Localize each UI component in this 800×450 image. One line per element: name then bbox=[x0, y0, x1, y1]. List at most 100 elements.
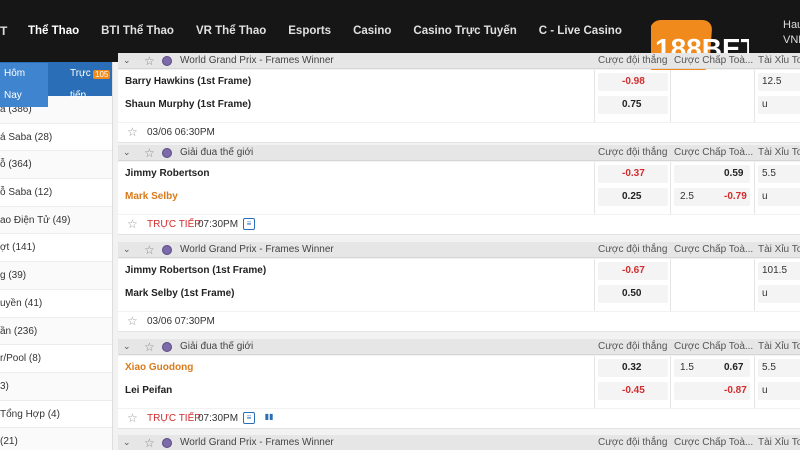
column-divider bbox=[594, 356, 595, 408]
handicap-odds-cell[interactable]: -0.87 bbox=[674, 382, 750, 400]
sidebar-sport-item[interactable]: ỗ (364) bbox=[0, 151, 112, 180]
over-under-value: u bbox=[762, 191, 768, 202]
col-win-header: Cược đội thắng bbox=[598, 55, 668, 66]
win-odds-cell[interactable]: -0.98 bbox=[598, 73, 668, 91]
chevron-down-icon[interactable]: ⌄ bbox=[123, 341, 131, 352]
favorite-star-icon[interactable]: ☆ bbox=[127, 125, 138, 139]
favorite-star-icon[interactable]: ☆ bbox=[144, 340, 155, 354]
sidebar-sport-item[interactable]: Tổng Hợp (4) bbox=[0, 401, 112, 429]
sidebar-tabs: Hôm Nay Trực tiếp 105 bbox=[0, 63, 112, 107]
sidebar-sport-item[interactable]: uyền (41) bbox=[0, 290, 112, 318]
favorite-star-icon[interactable]: ☆ bbox=[144, 243, 155, 257]
sport-list: á (386) á Saba (28) ỗ (364) ỗ Saba (12) ao Đ… bbox=[0, 96, 112, 450]
win-odds-cell[interactable]: 0.75 bbox=[598, 96, 668, 114]
sidebar-sport-item[interactable]: ợt (141) bbox=[0, 234, 112, 263]
over-under-cell[interactable]: u bbox=[758, 96, 800, 114]
odds-value: 0.32 bbox=[622, 362, 642, 373]
handicap-odds-cell[interactable]: 2.5 -0.79 bbox=[674, 188, 750, 206]
over-under-cell[interactable]: u bbox=[758, 382, 800, 400]
handicap-line: 1.5 bbox=[680, 362, 694, 373]
nav-the-thao[interactable]: Thể Thao bbox=[28, 25, 79, 37]
odds-value: -0.67 bbox=[622, 265, 645, 276]
win-odds-cell[interactable]: 0.25 bbox=[598, 188, 668, 206]
league-name: World Grand Prix - Frames Winner bbox=[180, 244, 334, 255]
sidebar-sport-item[interactable]: ỗ Saba (12) bbox=[0, 179, 112, 207]
league-header[interactable]: ⌄ ☆ World Grand Prix - Frames Winner Cược đ… bbox=[118, 242, 800, 258]
over-under-value: 12.5 bbox=[762, 76, 782, 87]
column-divider bbox=[670, 70, 671, 122]
win-odds-cell[interactable]: -0.37 bbox=[598, 165, 668, 183]
favorite-star-icon[interactable]: ☆ bbox=[127, 411, 138, 425]
sidebar-sport-item[interactable]: ao Điện Tử (49) bbox=[0, 206, 112, 235]
odds-value: 0.25 bbox=[622, 191, 642, 202]
over-under-cell[interactable]: 5.5 bbox=[758, 165, 800, 183]
match-time-row: ☆ 03/06 07:30PM bbox=[118, 312, 800, 332]
sidebar-sport-item[interactable]: r/Pool (8) bbox=[0, 345, 112, 373]
scoreboard-icon[interactable]: ≡ bbox=[243, 218, 255, 230]
favorite-star-icon[interactable]: ☆ bbox=[127, 217, 138, 231]
league-header[interactable]: ⌄ ☆ Giải đua thế giới Cược đội thắng Cược Ch… bbox=[118, 145, 800, 161]
sidebar-sport-item[interactable]: ần (236) bbox=[0, 317, 112, 346]
sidebar-sport-item[interactable]: (21) bbox=[0, 428, 112, 450]
scoreboard-icon[interactable]: ≡ bbox=[243, 412, 255, 424]
chevron-down-icon[interactable]: ⌄ bbox=[123, 244, 131, 255]
nav-live-casino[interactable]: C - Live Casino bbox=[539, 25, 622, 37]
over-under-cell[interactable]: 101.5 bbox=[758, 262, 800, 280]
favorite-star-icon[interactable]: ☆ bbox=[127, 314, 138, 328]
sidebar-sport-item[interactable]: á Saba (28) bbox=[0, 124, 112, 152]
sidebar-sport-item[interactable]: g (39) bbox=[0, 262, 112, 290]
league-name: World Grand Prix - Frames Winner bbox=[180, 437, 334, 448]
win-odds-cell[interactable]: 0.32 bbox=[598, 359, 668, 377]
col-ou-header: Tài Xỉu To bbox=[758, 244, 800, 255]
snooker-icon bbox=[162, 148, 172, 158]
favorite-star-icon[interactable]: ☆ bbox=[144, 54, 155, 68]
win-odds-cell[interactable]: -0.67 bbox=[598, 262, 668, 280]
league-header[interactable]: ⌄ ☆ Giải đua thế giới Cược đội thắng Cược Ch… bbox=[118, 339, 800, 355]
column-divider bbox=[594, 70, 595, 122]
chevron-down-icon[interactable]: ⌄ bbox=[123, 147, 131, 158]
match-time-row: ☆ TRỰC TIẾP 07:30PM ≡ ▮▮ bbox=[118, 409, 800, 429]
chevron-down-icon[interactable]: ⌄ bbox=[123, 437, 131, 448]
balance: VND (đ) 0 bbox=[783, 34, 800, 46]
live-label: TRỰC TIẾP bbox=[147, 219, 201, 230]
chevron-down-icon[interactable]: ⌄ bbox=[123, 55, 131, 66]
live-count-badge: 105 bbox=[93, 70, 111, 79]
away-team: Mark Selby (1st Frame) bbox=[125, 288, 235, 299]
nav-esports[interactable]: Esports bbox=[288, 25, 331, 37]
over-under-value: u bbox=[762, 288, 768, 299]
league-header[interactable]: ⌄ ☆ World Grand Prix - Frames Winner Cược đ… bbox=[118, 53, 800, 69]
sidebar-sport-item[interactable]: 3) bbox=[0, 372, 112, 401]
col-handicap-header: Cược Chấp Toà... bbox=[674, 341, 754, 352]
over-under-cell[interactable]: u bbox=[758, 188, 800, 206]
league-header[interactable]: ⌄ ☆ World Grand Prix - Frames Winner Cược đ… bbox=[118, 435, 800, 450]
sports-sidebar: hao Hôm Nay Trực tiếp 105 á (386)á Saba … bbox=[0, 62, 113, 450]
favorite-star-icon[interactable]: ☆ bbox=[144, 146, 155, 160]
odds-value: 0.67 bbox=[724, 362, 744, 373]
away-team: Lei Peifan bbox=[125, 385, 173, 396]
handicap-odds-cell[interactable]: 1.5 0.67 bbox=[674, 359, 750, 377]
handicap-odds-cell[interactable]: 0.59 bbox=[674, 165, 750, 183]
win-odds-cell[interactable]: -0.45 bbox=[598, 382, 668, 400]
over-under-cell[interactable]: 5.5 bbox=[758, 359, 800, 377]
favorite-star-icon[interactable]: ☆ bbox=[144, 436, 155, 450]
odds-value: -0.87 bbox=[724, 385, 747, 396]
home-team: Jimmy Robertson bbox=[125, 168, 210, 179]
over-under-cell[interactable]: 12.5 bbox=[758, 73, 800, 91]
nav-casino[interactable]: Casino bbox=[353, 25, 391, 37]
odds-value: 0.75 bbox=[622, 99, 642, 110]
tab-hom-nay[interactable]: Hôm Nay bbox=[0, 63, 48, 107]
column-divider bbox=[754, 162, 755, 214]
nav-bti-the-thao[interactable]: BTI Thể Thao bbox=[101, 25, 174, 37]
column-divider bbox=[594, 162, 595, 214]
stats-chart-icon[interactable]: ▮▮ bbox=[263, 412, 275, 424]
column-divider bbox=[594, 259, 595, 311]
nav-vr-the-thao[interactable]: VR Thể Thao bbox=[196, 25, 266, 37]
odds-value: 0.50 bbox=[622, 288, 642, 299]
nav-casino-truc-tuyen[interactable]: Casino Trực Tuyến bbox=[413, 25, 516, 37]
home-team: Jimmy Robertson (1st Frame) bbox=[125, 265, 267, 276]
over-under-value: u bbox=[762, 99, 768, 110]
user-account-info[interactable]: Hau VND (đ) 0 bbox=[783, 18, 800, 48]
over-under-cell[interactable]: u bbox=[758, 285, 800, 303]
win-odds-cell[interactable]: 0.50 bbox=[598, 285, 668, 303]
match-time-row: ☆ 03/06 06:30PM bbox=[118, 123, 800, 143]
